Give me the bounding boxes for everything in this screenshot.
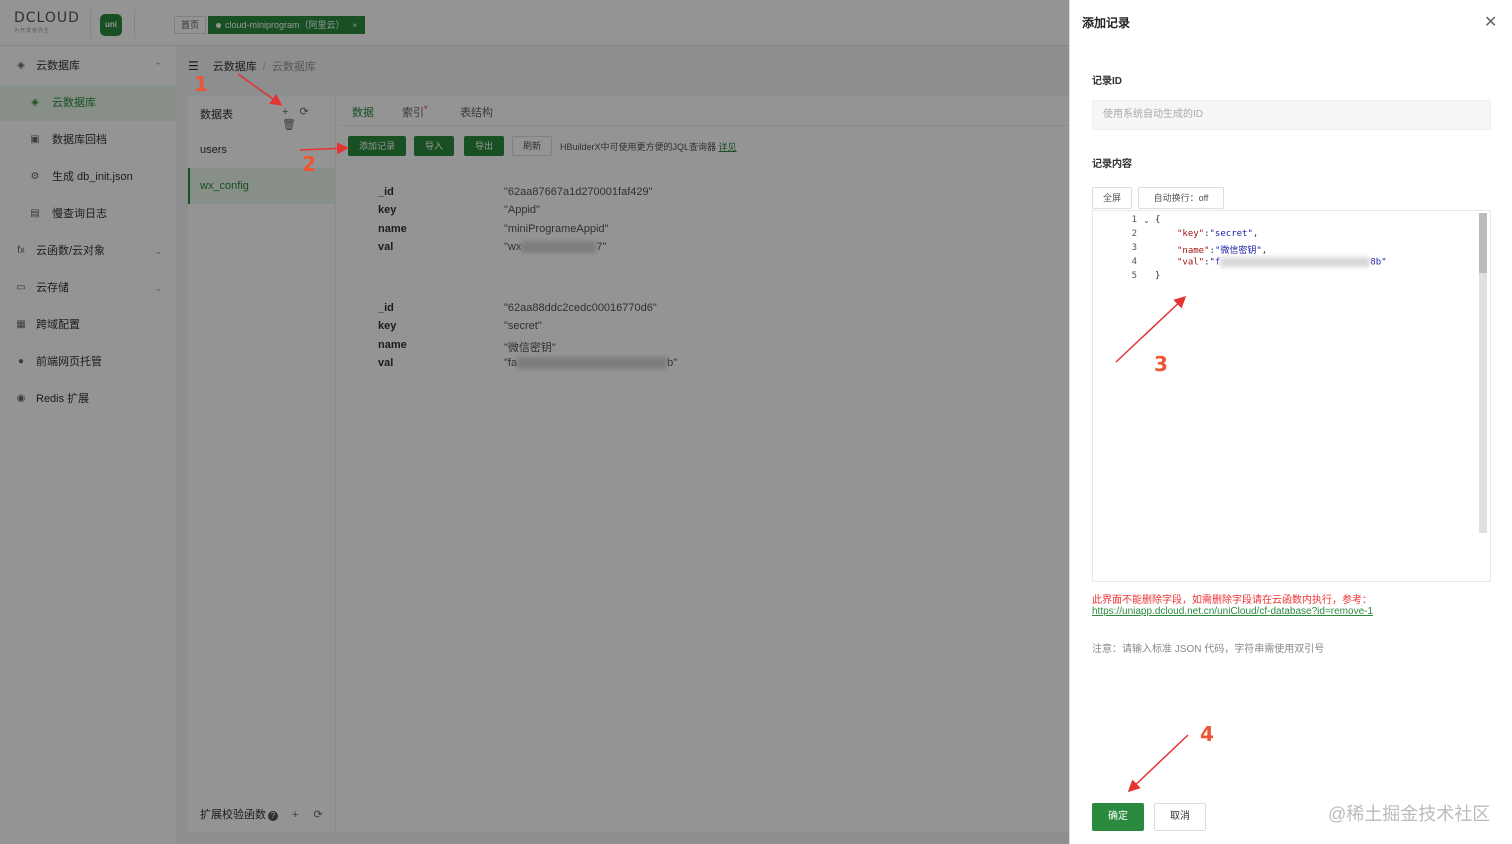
fullscreen-button[interactable]: 全屏 bbox=[1092, 187, 1132, 209]
code-line: { bbox=[1155, 215, 1161, 225]
add-record-drawer: 添加记录 ✕ 记录ID 使用系统自动生成的ID 记录内容 全屏 自动换行：off… bbox=[1069, 0, 1512, 844]
redacted-value bbox=[1220, 257, 1371, 267]
line-number: 2 bbox=[1131, 229, 1137, 239]
json-comma: , bbox=[1261, 246, 1268, 256]
json-key: "name" bbox=[1177, 246, 1210, 256]
record-content-label: 记录内容 bbox=[1092, 159, 1132, 170]
json-key: "val" bbox=[1177, 257, 1205, 268]
json-value: "secret" bbox=[1209, 229, 1253, 239]
json-editor[interactable]: 1 2 3 4 5 ⌄ { "key":"secret", "name":"微信… bbox=[1092, 210, 1491, 582]
delete-field-warning: 此界面不能删除字段，如需删除字段请在云函数内执行，参考： bbox=[1092, 595, 1372, 606]
code-line: "key":"secret", bbox=[1177, 229, 1258, 239]
code-line: "val":"f 8b" bbox=[1177, 257, 1387, 268]
annotation-number: 4 bbox=[1200, 722, 1214, 746]
line-number: 3 bbox=[1131, 243, 1137, 253]
close-icon[interactable]: ✕ bbox=[1484, 12, 1497, 32]
annotation-number: 2 bbox=[302, 152, 316, 176]
json-value-suffix: 8b" bbox=[1370, 257, 1387, 268]
json-comma: , bbox=[1252, 229, 1259, 239]
cancel-button[interactable]: 取消 bbox=[1154, 803, 1206, 831]
json-note: 注意：请输入标准 JSON 代码，字符串需使用双引号 bbox=[1092, 644, 1325, 655]
fold-chevron-icon[interactable]: ⌄ bbox=[1143, 216, 1150, 225]
line-number: 1 bbox=[1131, 215, 1137, 225]
word-wrap-toggle[interactable]: 自动换行：off bbox=[1138, 187, 1224, 209]
code-line: "name":"微信密钥", bbox=[1177, 243, 1267, 256]
annotation-number: 3 bbox=[1154, 352, 1168, 376]
scrollbar-thumb[interactable] bbox=[1479, 213, 1487, 273]
line-number: 5 bbox=[1131, 271, 1137, 281]
line-number-gutter: 1 2 3 4 5 bbox=[1093, 211, 1141, 581]
json-value: "微信密钥" bbox=[1214, 246, 1262, 256]
confirm-button[interactable]: 确定 bbox=[1092, 803, 1144, 831]
code-line: } bbox=[1155, 271, 1161, 281]
editor-scrollbar[interactable] bbox=[1479, 213, 1487, 533]
watermark: @稀土掘金技术社区 bbox=[1328, 804, 1491, 824]
json-value-prefix: "f bbox=[1209, 257, 1221, 268]
modal-overlay[interactable] bbox=[0, 0, 1069, 844]
json-key: "key" bbox=[1177, 229, 1205, 239]
docs-link[interactable]: https://uniapp.dcloud.net.cn/uniCloud/cf… bbox=[1092, 606, 1373, 617]
annotation-number: 1 bbox=[194, 72, 208, 96]
drawer-title: 添加记录 bbox=[1082, 16, 1131, 30]
line-number: 4 bbox=[1131, 257, 1137, 267]
record-id-input[interactable]: 使用系统自动生成的ID bbox=[1092, 100, 1491, 130]
record-id-label: 记录ID bbox=[1092, 76, 1122, 87]
